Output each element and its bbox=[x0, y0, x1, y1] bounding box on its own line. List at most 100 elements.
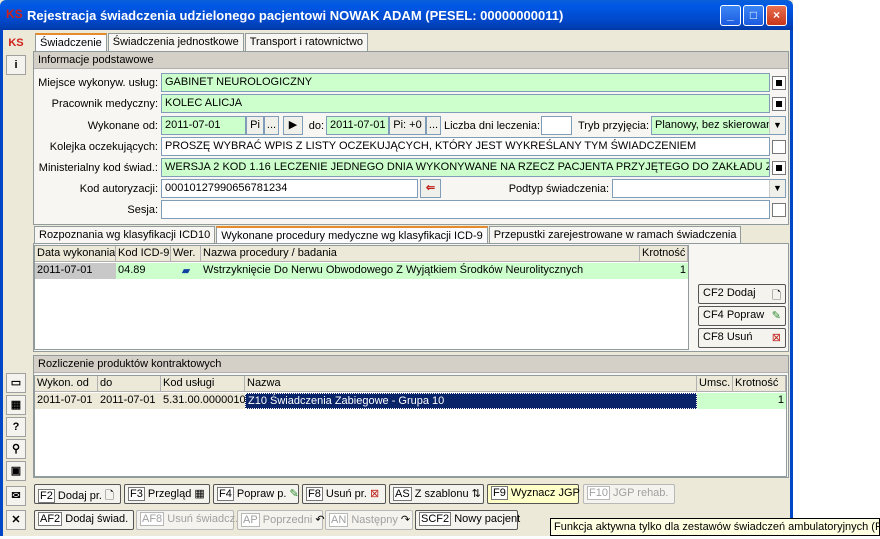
edit-procedure-button[interactable]: CF4 Popraw ✎ bbox=[698, 306, 786, 326]
add-procedure-button[interactable]: CF2 Dodaj 🗋 bbox=[698, 284, 786, 304]
pi-button[interactable]: Pi bbox=[246, 116, 264, 135]
col-nazwa[interactable]: Nazwa bbox=[245, 376, 697, 392]
cell-krotnosc-prod: 1 bbox=[733, 393, 786, 409]
grid-icon: ▦ bbox=[194, 488, 205, 500]
date-from-picker-button[interactable]: ... bbox=[264, 116, 279, 135]
add-service-button[interactable]: AF2 Dodaj świad. bbox=[34, 510, 134, 530]
wykonane-do-field[interactable]: 2011-07-01 bbox=[326, 116, 389, 135]
key-f9: F9 bbox=[491, 486, 508, 500]
col-data-wykonania[interactable]: Data wykonania bbox=[35, 246, 116, 262]
main-tabs: Świadczenie Świadczenia jednostkowe Tran… bbox=[35, 33, 369, 51]
delete-procedure-label: CF8 Usuń bbox=[703, 331, 753, 343]
liczba-dni-label: Liczba dni leczenia: bbox=[444, 120, 541, 132]
edit-product-button[interactable]: F4 Popraw p. ✎ bbox=[213, 484, 299, 504]
tab-swiadczenie[interactable]: Świadczenie bbox=[35, 33, 107, 51]
minimize-button[interactable]: _ bbox=[720, 5, 741, 26]
edit-pencil-icon: ✎ bbox=[289, 488, 299, 500]
cell-do: 2011-07-01 bbox=[98, 393, 161, 409]
cell-kod: 04.89 bbox=[116, 263, 171, 279]
info-icon[interactable]: i bbox=[6, 55, 26, 75]
kod-swiad-field[interactable]: WERSJA 2 KOD 1.16 LECZENIE JEDNEGO DNIA … bbox=[161, 158, 770, 177]
edit-pencil-icon: ✎ bbox=[771, 310, 781, 322]
sesja-label: Sesja: bbox=[127, 204, 158, 216]
delete-procedure-button[interactable]: CF8 Usuń ⊠ bbox=[698, 328, 786, 348]
tab-przepustki[interactable]: Przepustki zarejestrowane w ramach świad… bbox=[488, 226, 742, 244]
close-window-button[interactable]: × bbox=[766, 5, 787, 26]
procedures-grid: Data wykonania Kod ICD-9 Wer. Nazwa proc… bbox=[34, 245, 689, 350]
tab-transport[interactable]: Transport i ratownictwo bbox=[244, 33, 369, 51]
kolejka-select-button[interactable] bbox=[772, 140, 786, 154]
col-krotnosc-prod[interactable]: Krotność bbox=[733, 376, 786, 392]
miejsce-select-button[interactable] bbox=[772, 76, 786, 90]
pracownik-select-button[interactable] bbox=[772, 97, 786, 111]
monitor-icon[interactable]: ▭ bbox=[6, 373, 26, 393]
arrow-forward-icon: ↷ bbox=[400, 514, 411, 526]
kod-swiad-select-button[interactable] bbox=[772, 161, 786, 175]
col-kod-uslugi[interactable]: Kod usługi bbox=[161, 376, 245, 392]
previous-button[interactable]: AP Poprzedni ↶ bbox=[237, 510, 325, 530]
help-icon[interactable]: ? bbox=[6, 417, 26, 437]
chevron-down-icon[interactable]: ▼ bbox=[769, 180, 785, 197]
add-product-button[interactable]: F2 Dodaj pr. 🗋 bbox=[34, 484, 121, 504]
book-icon: ▰ bbox=[171, 263, 201, 279]
cell-wykon-od: 2011-07-01 bbox=[35, 393, 98, 409]
new-patient-button[interactable]: SCF2 Nowy pacjent bbox=[415, 510, 520, 530]
podtyp-select[interactable] bbox=[612, 179, 786, 198]
liczba-dni-field[interactable] bbox=[541, 116, 572, 135]
miejsce-field[interactable]: GABINET NEUROLOGICZNY bbox=[161, 73, 770, 92]
section-title-products: Rozliczenie produktów kontraktowych bbox=[34, 356, 788, 373]
from-template-button[interactable]: AS Z szablonu ⇅ bbox=[389, 484, 484, 504]
tab-procedury[interactable]: Wykonane procedury medyczne wg klasyfika… bbox=[216, 226, 488, 244]
tryb-select[interactable]: Planowy, bez skierowan bbox=[651, 116, 786, 135]
col-umsc[interactable]: Umsc. bbox=[697, 376, 733, 392]
edit-procedure-label: CF4 Popraw bbox=[703, 309, 765, 321]
pi-plus-button[interactable]: Pi: +0 bbox=[389, 116, 426, 135]
delete-product-button[interactable]: F8 Usuń pr. ⊠ bbox=[302, 484, 386, 504]
cell-nazwa: Wstrzyknięcie Do Nerwu Obwodowego Z Wyją… bbox=[201, 263, 640, 279]
wyznacz-jgp-button[interactable]: F9 Wyznacz JGP bbox=[487, 484, 580, 504]
image-icon[interactable]: ▣ bbox=[6, 461, 26, 481]
calculator-icon[interactable]: ▦ bbox=[6, 395, 26, 415]
delete-icon: ⊠ bbox=[369, 488, 380, 500]
copy-date-arrow-button[interactable]: ▶ bbox=[283, 116, 303, 135]
chevron-down-icon[interactable]: ▼ bbox=[769, 117, 785, 134]
col-wykon-od[interactable]: Wykon. od bbox=[35, 376, 98, 392]
key-as: AS bbox=[393, 487, 412, 501]
sesja-field[interactable] bbox=[161, 200, 770, 219]
wykonane-od-field[interactable]: 2011-07-01 bbox=[161, 116, 246, 135]
col-krotnosc[interactable]: Krotność bbox=[640, 246, 688, 262]
key-f3: F3 bbox=[128, 487, 145, 501]
tab-rozpoznania[interactable]: Rozpoznania wg klasyfikacji ICD10 bbox=[34, 226, 216, 244]
cell-data: 2011-07-01 bbox=[35, 263, 116, 279]
cancel-icon[interactable]: ✕ bbox=[6, 510, 26, 530]
delete-icon: ⊠ bbox=[771, 332, 781, 344]
date-to-picker-button[interactable]: ... bbox=[426, 116, 441, 135]
import-code-icon[interactable]: ⇐ bbox=[420, 179, 441, 198]
key-f10: F10 bbox=[587, 486, 610, 500]
col-wer[interactable]: Wer. bbox=[171, 246, 201, 262]
edit-product-label: Popraw p. bbox=[236, 488, 287, 500]
key-an: AN bbox=[329, 513, 349, 527]
col-kod-icd9[interactable]: Kod ICD-9 bbox=[116, 246, 171, 262]
review-button[interactable]: F3 Przegląd ▦ bbox=[124, 484, 210, 504]
col-nazwa-procedury[interactable]: Nazwa procedury / badania bbox=[201, 246, 640, 262]
title-bar: KS Rejestracja świadczenia udzielonego p… bbox=[0, 0, 793, 30]
search-icon[interactable]: ⚲ bbox=[6, 439, 26, 459]
podtyp-label: Podtyp świadczenia: bbox=[508, 183, 609, 195]
pracownik-field[interactable]: KOLEC ALICJA bbox=[161, 94, 770, 113]
mail-icon[interactable]: ✉ bbox=[6, 486, 26, 506]
kod-aut-field[interactable]: 00010127990656781234 bbox=[161, 179, 418, 198]
key-ap: AP bbox=[241, 513, 260, 527]
delete-service-button[interactable]: AF8 Usuń świadcz. bbox=[136, 510, 238, 530]
maximize-button[interactable]: □ bbox=[743, 5, 764, 26]
col-do[interactable]: do bbox=[98, 376, 161, 392]
tab-swiadczenia-jednostkowe[interactable]: Świadczenia jednostkowe bbox=[107, 33, 244, 51]
procedure-tabs: Rozpoznania wg klasyfikacji ICD10 Wykona… bbox=[34, 226, 742, 244]
key-f4: F4 bbox=[217, 487, 234, 501]
sesja-select-button[interactable] bbox=[772, 203, 786, 217]
kolejka-field[interactable]: PROSZĘ WYBRAĆ WPIS Z LISTY OCZEKUJĄCYCH,… bbox=[161, 137, 770, 156]
jgp-rehab-button[interactable]: F10 JGP rehab. bbox=[583, 484, 675, 504]
next-button[interactable]: AN Następny ↷ bbox=[325, 510, 413, 530]
new-document-icon: 🗋 bbox=[105, 490, 114, 502]
wyznacz-jgp-label: Wyznacz JGP bbox=[510, 487, 580, 499]
